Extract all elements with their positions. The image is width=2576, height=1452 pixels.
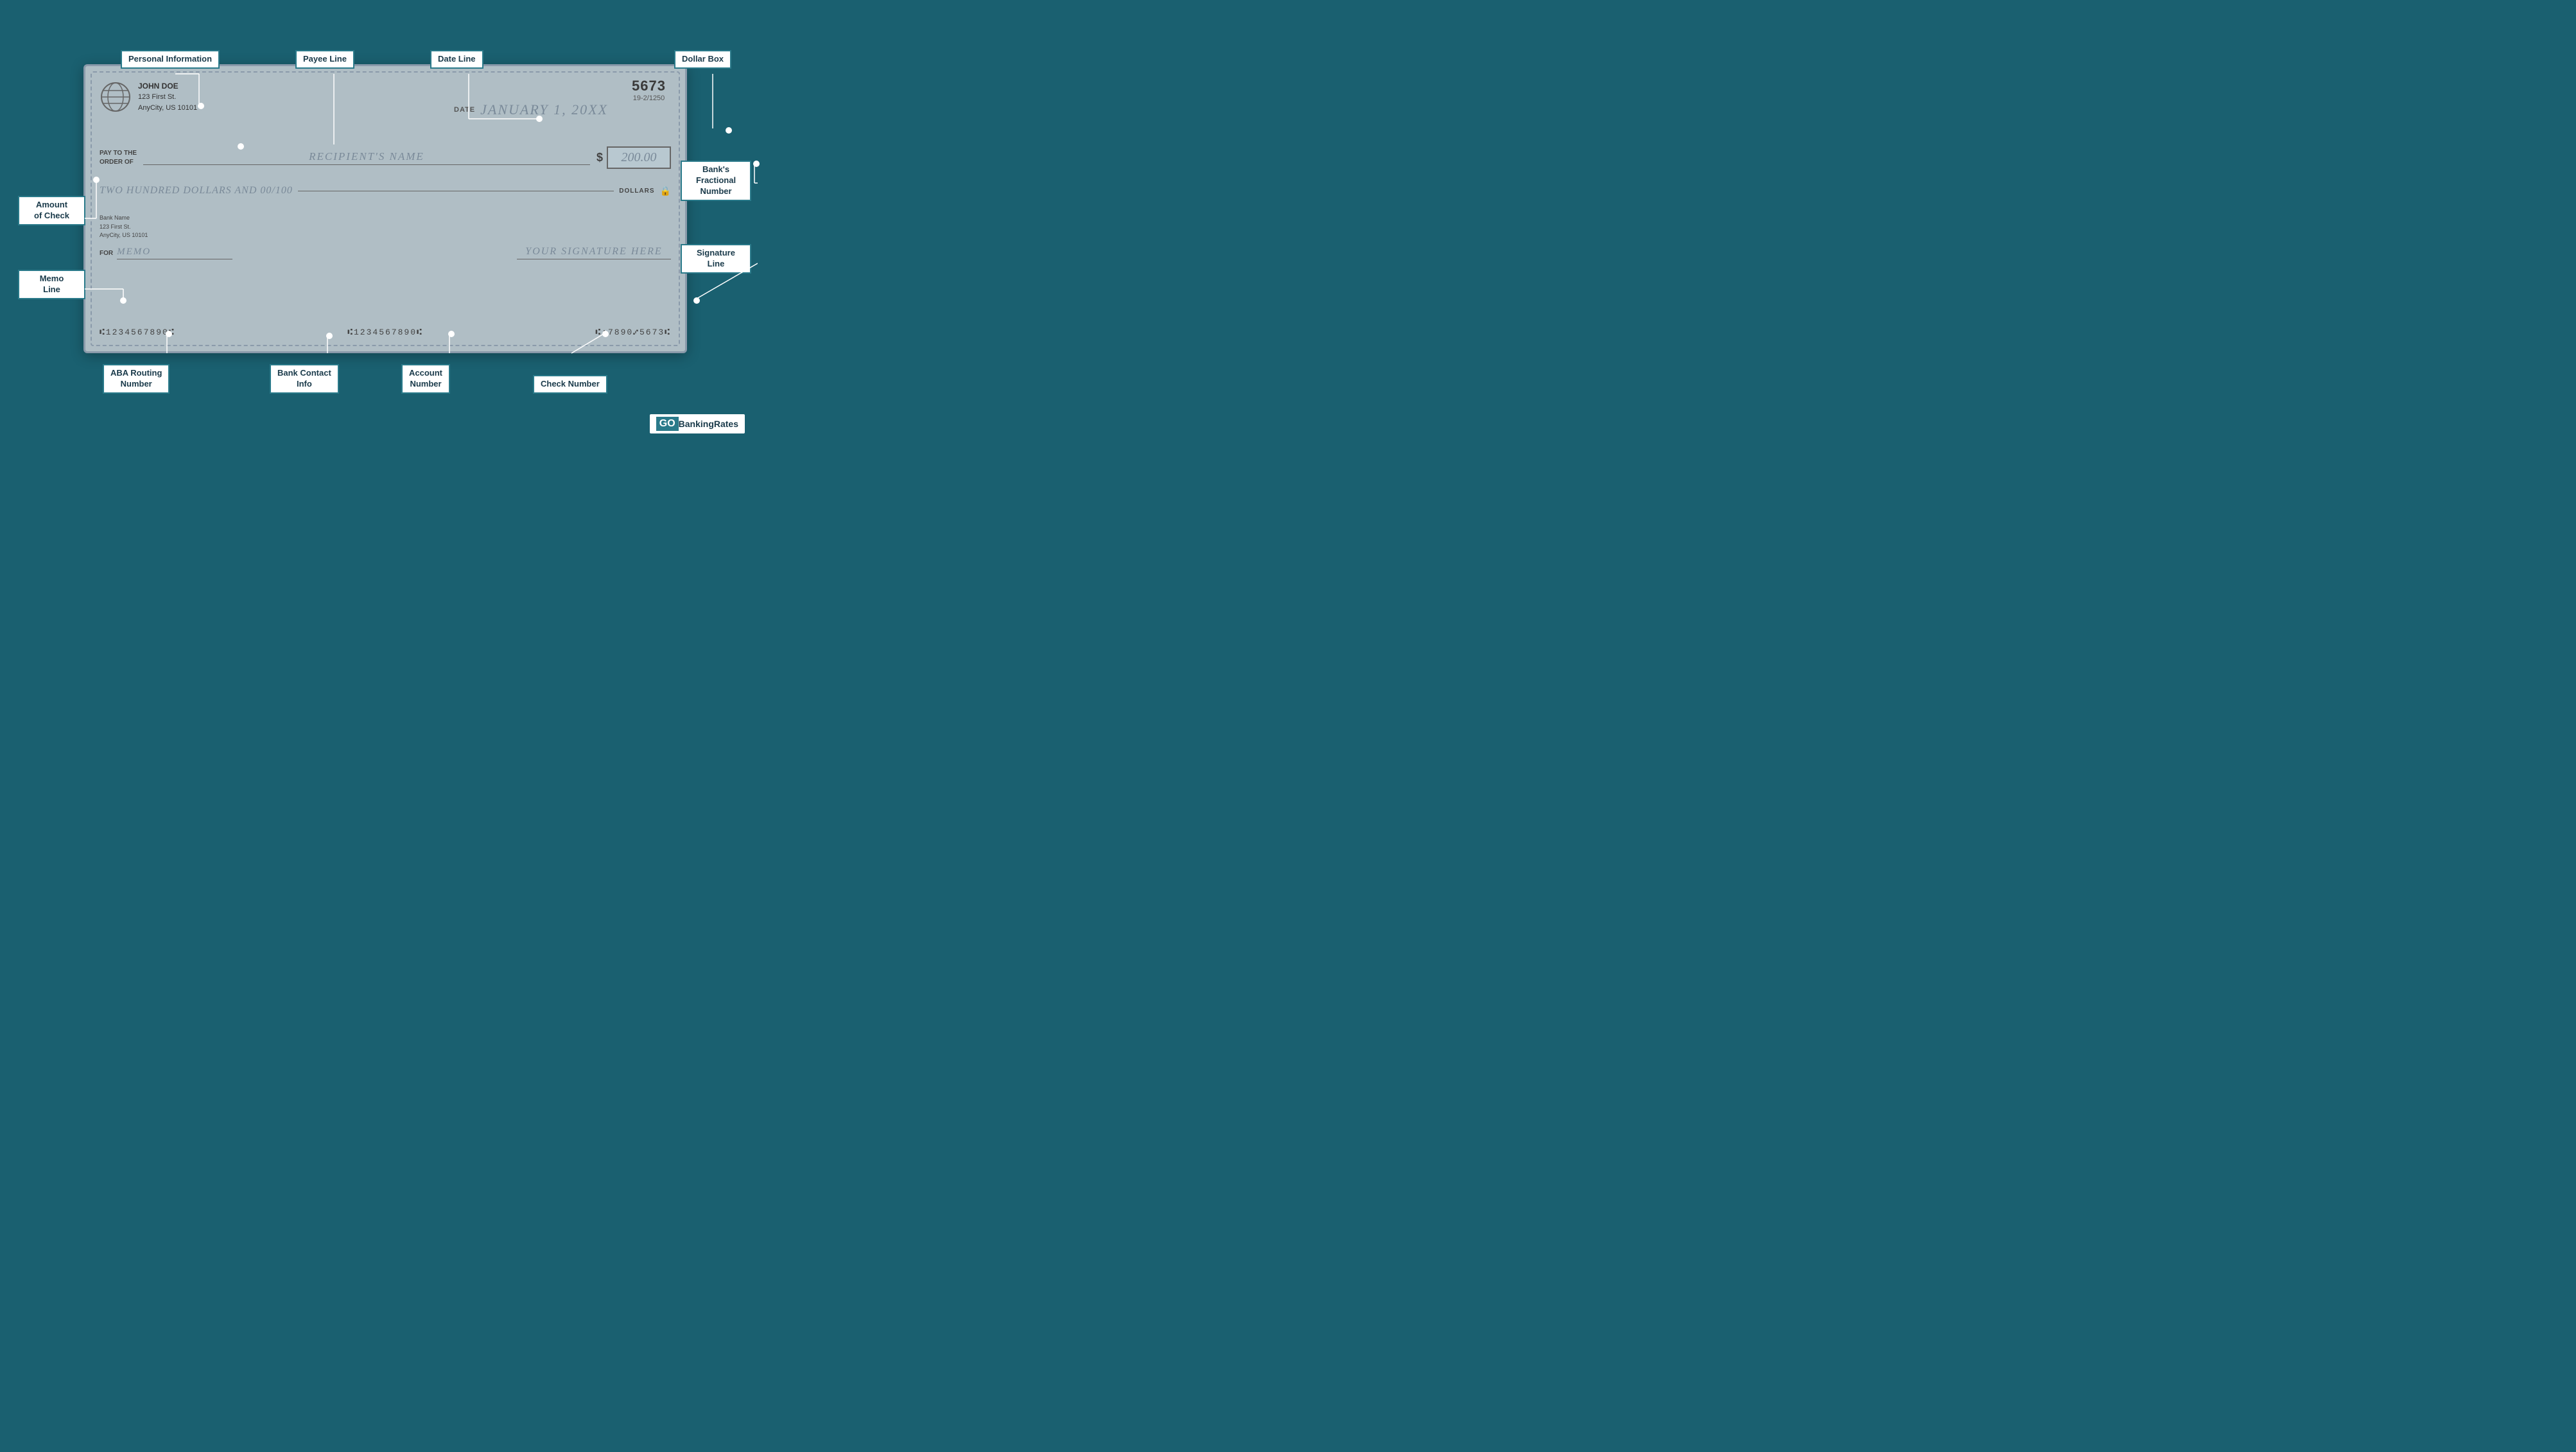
dot-signature (693, 297, 700, 304)
check-number-display: 5673 19-2/1250 (632, 78, 666, 102)
account-address2: AnyCity, US 10101 (138, 103, 197, 114)
bank-info-section: Bank Name 123 First St. AnyCity, US 1010… (100, 214, 148, 240)
micr-bank: ⑆1234567890⑆ (347, 328, 423, 337)
label-banks-fractional: Bank'sFractionalNumber (681, 161, 751, 201)
written-amount-section: TWO HUNDRED DOLLARS AND 00/100 DOLLARS 🔒 (100, 185, 671, 197)
label-personal-information: Personal Information (121, 50, 220, 69)
dot-check-num (602, 331, 609, 337)
dollar-sign: $ (596, 151, 603, 164)
account-address1: 123 First St. (138, 92, 197, 103)
label-check-number: Check Number (533, 375, 607, 394)
dot-aba (166, 331, 172, 337)
dot-bank-contact (326, 333, 333, 339)
dot-account (448, 331, 455, 337)
memo-area: FOR MEMO (100, 247, 232, 259)
check: 5673 19-2/1250 JOHN DOE 123 First St. An… (83, 64, 687, 353)
label-amount-of-check: Amountof Check (18, 196, 85, 225)
label-payee-line: Payee Line (295, 50, 354, 69)
dot-dollar-box (726, 127, 732, 134)
dot-payee (238, 143, 244, 150)
logo-go: GO (656, 417, 679, 431)
bank-address1: 123 First St. (100, 223, 148, 232)
dot-personal-info (198, 103, 204, 109)
account-holder-name: JOHN DOE (138, 80, 197, 92)
signature-line: YOUR SIGNATURE HERE (517, 246, 671, 259)
dollar-box: 200.00 (607, 146, 671, 169)
logo-area: GO BankingRates (650, 414, 745, 433)
label-dollar-box: Dollar Box (674, 50, 731, 69)
date-value: JANUARY 1, 20XX (480, 101, 608, 118)
label-aba-routing: ABA RoutingNumber (103, 364, 170, 394)
page-wrapper: 5673 19-2/1250 JOHN DOE 123 First St. An… (13, 13, 758, 446)
dollars-label: DOLLARS (619, 188, 654, 195)
memo-line: MEMO (117, 247, 232, 259)
fractional-number: 19-2/1250 (632, 94, 666, 102)
check-number-value: 5673 (632, 78, 666, 94)
bank-address2: AnyCity, US 10101 (100, 231, 148, 240)
dot-memo (120, 297, 126, 304)
label-account-number: AccountNumber (401, 364, 450, 394)
micr-section: ⑆1234567890⑆ ⑆1234567890⑆ ⑆:7890⑇5673⑆ (100, 328, 671, 337)
dot-date (536, 116, 543, 122)
label-memo-line: MemoLine (18, 270, 85, 299)
recipient-line: RECIPIENT'S NAME (143, 150, 590, 165)
label-signature-line: SignatureLine (681, 244, 751, 274)
globe-icon (100, 81, 132, 113)
pay-to-section: PAY TO THEORDER OF RECIPIENT'S NAME $ 20… (100, 146, 671, 169)
dot-amount (93, 177, 100, 183)
lock-icon: 🔒 (660, 186, 671, 197)
personal-info-text: JOHN DOE 123 First St. AnyCity, US 10101 (138, 80, 197, 113)
label-date-line: Date Line (430, 50, 483, 69)
bank-name: Bank Name (100, 214, 148, 223)
written-amount: TWO HUNDRED DOLLARS AND 00/100 (100, 185, 293, 197)
pay-to-label: PAY TO THEORDER OF (100, 149, 137, 167)
micr-routing: ⑆1234567890⑆ (100, 328, 175, 337)
memo-sig-section: FOR MEMO YOUR SIGNATURE HERE (100, 246, 671, 259)
dot-fractional (753, 161, 760, 167)
logo-banking: BankingRates (679, 419, 738, 429)
dollar-box-section: $ 200.00 (596, 146, 671, 169)
for-label: FOR (100, 250, 113, 257)
date-area: DATE JANUARY 1, 20XX (454, 101, 608, 118)
personal-info-area: JOHN DOE 123 First St. AnyCity, US 10101 (100, 80, 197, 113)
label-bank-contact: Bank ContactInfo (270, 364, 339, 394)
date-label: DATE (454, 106, 475, 114)
